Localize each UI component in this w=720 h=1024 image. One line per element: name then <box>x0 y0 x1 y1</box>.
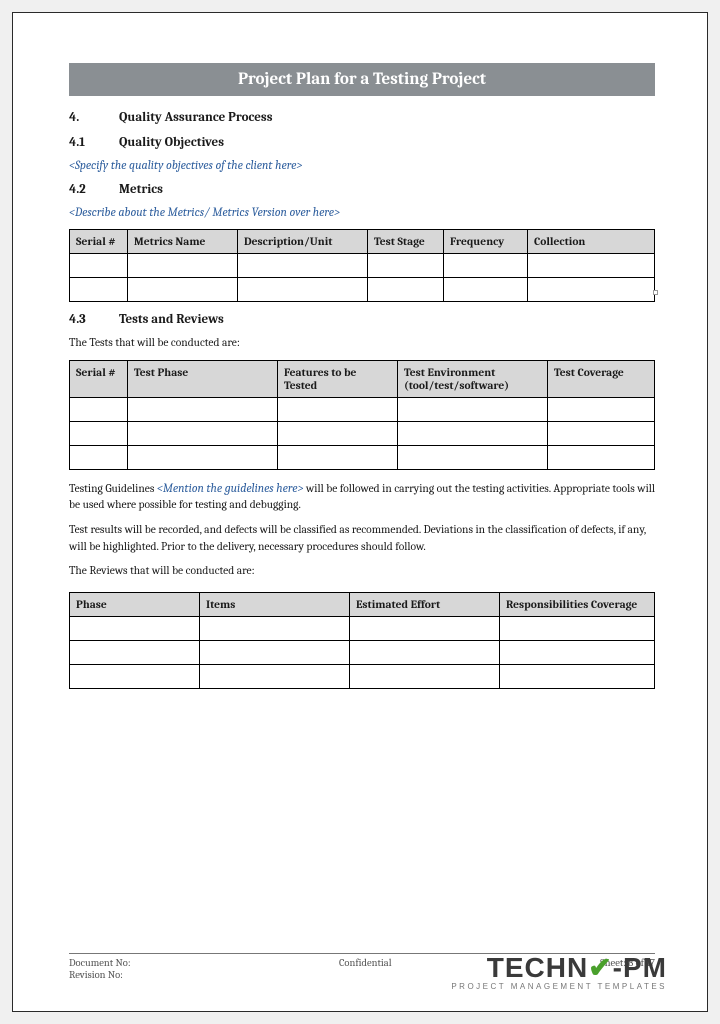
table-header-row: Serial # Test Phase Features to be Teste… <box>70 360 655 397</box>
table-row <box>70 278 655 302</box>
section-title: Metrics <box>119 182 163 197</box>
col-test-phase: Test Phase <box>128 360 278 397</box>
table-header-row: Serial # Metrics Name Description/Unit T… <box>70 230 655 254</box>
table-row <box>70 665 655 689</box>
placeholder-quality-objectives: <Specify the quality objectives of the c… <box>69 158 655 172</box>
col-frequency: Frequency <box>444 230 528 254</box>
col-serial: Serial # <box>70 230 128 254</box>
col-items: Items <box>200 593 350 617</box>
section-number: 4.3 <box>69 312 97 327</box>
guidelines-paragraph: Testing Guidelines <Mention the guidelin… <box>69 480 655 514</box>
table-row <box>70 254 655 278</box>
document-page: Project Plan for a Testing Project 4. Qu… <box>12 12 708 1012</box>
logo-check-icon: ✔ <box>588 952 612 983</box>
reviews-table: Phase Items Estimated Effort Responsibil… <box>69 592 655 689</box>
col-coverage: Test Coverage <box>548 360 655 397</box>
logo-subtitle: PROJECT MANAGEMENT TEMPLATES <box>451 982 667 991</box>
col-collection: Collection <box>528 230 655 254</box>
section-4-1: 4.1 Quality Objectives <box>69 135 655 150</box>
logo-text-pre: TECHN <box>487 952 588 983</box>
col-effort: Estimated Effort <box>350 593 500 617</box>
section-4-3: 4.3 Tests and Reviews <box>69 312 655 327</box>
col-description: Description/Unit <box>238 230 368 254</box>
table-header-row: Phase Items Estimated Effort Responsibil… <box>70 593 655 617</box>
section-4-2: 4.2 Metrics <box>69 182 655 197</box>
section-title: Quality Objectives <box>119 135 224 150</box>
col-serial: Serial # <box>70 360 128 397</box>
section-title: Quality Assurance Process <box>119 110 272 125</box>
section-number: 4. <box>69 110 97 125</box>
reviews-intro-text: The Reviews that will be conducted are: <box>69 563 655 580</box>
results-paragraph: Test results will be recorded, and defec… <box>69 522 655 555</box>
footer-center: Confidential <box>339 957 392 969</box>
col-environment: Test Environment (tool/test/software) <box>398 360 548 397</box>
tests-table: Serial # Test Phase Features to be Teste… <box>69 360 655 470</box>
col-test-stage: Test Stage <box>368 230 444 254</box>
logo-text-post: -PM <box>613 952 667 983</box>
placeholder-metrics: <Describe about the Metrics/ Metrics Ver… <box>69 205 655 219</box>
section-number: 4.1 <box>69 135 97 150</box>
section-number: 4.2 <box>69 182 97 197</box>
col-responsibilities: Responsibilities Coverage <box>500 593 655 617</box>
table-row <box>70 641 655 665</box>
col-features: Features to be Tested <box>278 360 398 397</box>
page-title: Project Plan for a Testing Project <box>69 63 655 96</box>
table-row <box>70 421 655 445</box>
col-metrics-name: Metrics Name <box>128 230 238 254</box>
guidelines-pre-text: Testing Guidelines <box>69 482 157 495</box>
placeholder-guidelines: <Mention the guidelines here> <box>157 481 304 495</box>
table-row <box>70 397 655 421</box>
section-title: Tests and Reviews <box>119 312 224 327</box>
table-row <box>70 617 655 641</box>
section-4: 4. Quality Assurance Process <box>69 110 655 125</box>
resize-handle-icon <box>653 290 658 295</box>
brand-logo: TECHN✔-PM PROJECT MANAGEMENT TEMPLATES <box>451 951 667 991</box>
footer-docno: Document No: <box>69 957 131 969</box>
table-row <box>70 445 655 469</box>
col-phase: Phase <box>70 593 200 617</box>
tests-intro-text: The Tests that will be conducted are: <box>69 335 655 352</box>
metrics-table: Serial # Metrics Name Description/Unit T… <box>69 229 655 302</box>
